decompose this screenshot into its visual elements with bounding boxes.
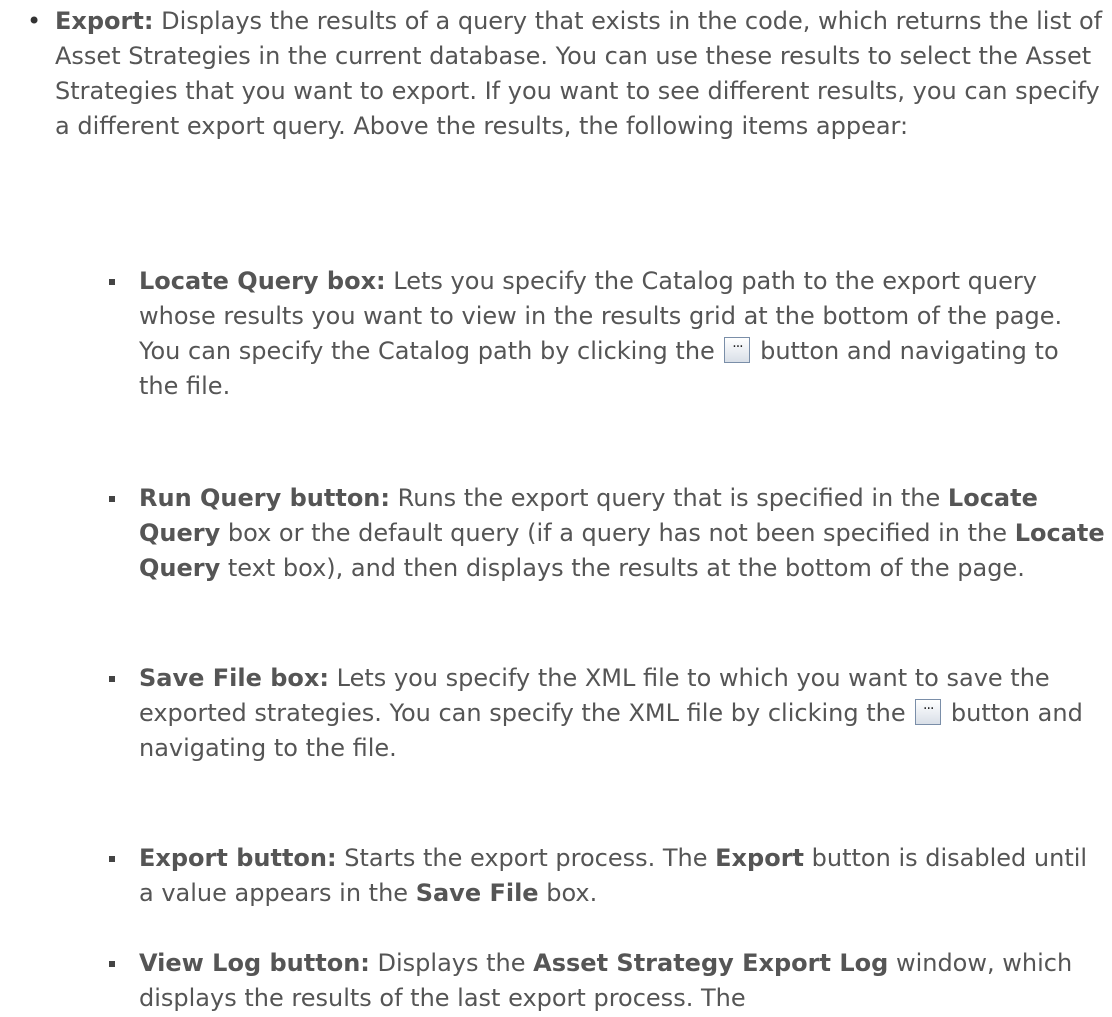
run-query-text-end: text box), and then displays the results… <box>227 554 1025 582</box>
bullet-dot-icon: • <box>27 7 42 35</box>
locate-query-paragraph: Locate Query box: Lets you specify the C… <box>139 264 1105 404</box>
export-button-item: Export button: Starts the export process… <box>0 841 1105 911</box>
browse-ellipsis-icon: ··· <box>915 699 942 725</box>
export-description: Displays the results of a query that exi… <box>55 7 1103 140</box>
export-bullet-item: • Export: Displays the results of a quer… <box>0 4 1105 144</box>
view-log-label: View Log button: <box>139 949 370 977</box>
square-bullet-icon <box>109 496 115 502</box>
ellipsis-glyph: ··· <box>732 339 743 355</box>
export-button-text: Starts the export process. The <box>344 844 708 872</box>
export-reference: Export <box>715 844 805 872</box>
run-query-paragraph: Run Query button: Runs the export query … <box>139 481 1105 586</box>
save-file-paragraph: Save File box: Lets you specify the XML … <box>139 661 1105 766</box>
square-bullet-icon <box>109 676 115 682</box>
ellipsis-glyph: ··· <box>923 701 934 717</box>
square-bullet-icon <box>109 279 115 285</box>
view-log-item: View Log button: Displays the Asset Stra… <box>0 946 1105 1016</box>
run-query-text-mid: box or the default query (if a query has… <box>227 519 1008 547</box>
run-query-label: Run Query button: <box>139 484 390 512</box>
square-bullet-icon <box>109 961 115 967</box>
run-query-item: Run Query button: Runs the export query … <box>0 481 1105 586</box>
run-query-text: Runs the export query that is specified … <box>397 484 941 512</box>
view-log-text: Displays the <box>377 949 526 977</box>
document-page: • Export: Displays the results of a quer… <box>0 0 1112 1017</box>
view-log-paragraph: View Log button: Displays the Asset Stra… <box>139 946 1105 1016</box>
browse-ellipsis-icon: ··· <box>724 337 751 363</box>
export-button-label: Export button: <box>139 844 337 872</box>
export-log-reference: Asset Strategy Export Log <box>533 949 889 977</box>
save-file-item: Save File box: Lets you specify the XML … <box>0 661 1105 766</box>
square-bullet-icon <box>109 856 115 862</box>
locate-query-item: Locate Query box: Lets you specify the C… <box>0 264 1105 404</box>
locate-query-label: Locate Query box: <box>139 267 386 295</box>
save-file-label: Save File box: <box>139 664 329 692</box>
export-label: Export: <box>55 7 154 35</box>
export-button-text-end: box. <box>546 879 598 907</box>
export-button-paragraph: Export button: Starts the export process… <box>139 841 1105 911</box>
export-paragraph: Export: Displays the results of a query … <box>55 4 1105 144</box>
save-file-reference: Save File <box>415 879 539 907</box>
